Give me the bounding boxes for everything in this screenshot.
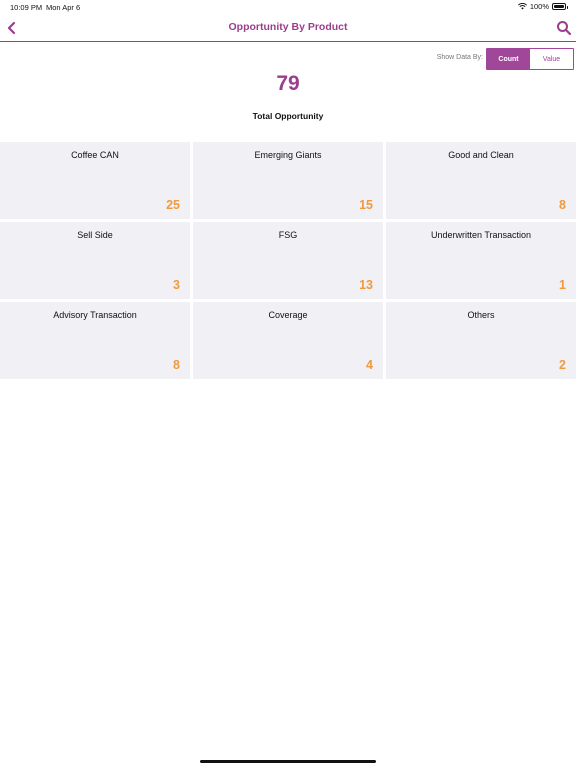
search-icon: [557, 21, 572, 36]
battery-fill: [554, 5, 564, 8]
product-name: Emerging Giants: [254, 150, 322, 160]
product-name: Good and Clean: [448, 150, 514, 160]
product-name: Sell Side: [77, 230, 113, 240]
product-count: 1: [559, 278, 566, 292]
product-count: 13: [359, 278, 373, 292]
data-mode-toggle: Count Value: [486, 48, 574, 70]
product-tile[interactable]: Good and Clean 8: [386, 142, 576, 219]
product-tile[interactable]: Emerging Giants 15: [193, 142, 383, 219]
show-data-label: Show Data By:: [436, 54, 483, 61]
product-name: Advisory Transaction: [53, 310, 137, 320]
product-tile[interactable]: Sell Side 3: [0, 222, 190, 299]
page-title: Opportunity By Product: [228, 21, 348, 33]
status-date: Mon Apr 6: [46, 3, 81, 12]
wifi-icon: [517, 3, 527, 10]
search-button[interactable]: [556, 20, 572, 36]
product-name: Underwritten Transaction: [430, 230, 532, 240]
status-time: 10:09 PM: [10, 3, 43, 12]
product-name: Coverage: [268, 310, 308, 320]
product-count: 15: [359, 198, 373, 212]
status-right: 100%: [517, 2, 568, 11]
product-name: Coffee CAN: [71, 150, 119, 160]
product-count: 2: [559, 358, 566, 372]
product-grid: Coffee CAN 25 Emerging Giants 15 Good an…: [0, 142, 576, 379]
product-count: 4: [366, 358, 373, 372]
status-bar: 10:09 PM Mon Apr 6 100%: [0, 0, 576, 14]
product-tile[interactable]: Coverage 4: [193, 302, 383, 379]
product-count: 8: [173, 358, 180, 372]
product-name: FSG: [278, 230, 298, 240]
battery-icon: [552, 3, 568, 10]
product-tile[interactable]: Coffee CAN 25: [0, 142, 190, 219]
count-toggle-button[interactable]: Count: [487, 49, 530, 69]
total-opportunity-value: 79: [276, 72, 300, 95]
product-tile[interactable]: Underwritten Transaction 1: [386, 222, 576, 299]
product-tile[interactable]: Others 2: [386, 302, 576, 379]
product-count: 3: [173, 278, 180, 292]
product-count: 25: [166, 198, 180, 212]
product-name: Others: [467, 310, 495, 320]
value-toggle-button[interactable]: Value: [530, 49, 573, 69]
product-tile[interactable]: Advisory Transaction 8: [0, 302, 190, 379]
nav-bar: Opportunity By Product: [0, 14, 576, 42]
total-opportunity-label: Total Opportunity: [252, 111, 324, 121]
home-indicator[interactable]: [200, 760, 376, 763]
product-count: 8: [559, 198, 566, 212]
product-tile[interactable]: FSG 13: [193, 222, 383, 299]
battery-percent: 100%: [529, 2, 549, 11]
